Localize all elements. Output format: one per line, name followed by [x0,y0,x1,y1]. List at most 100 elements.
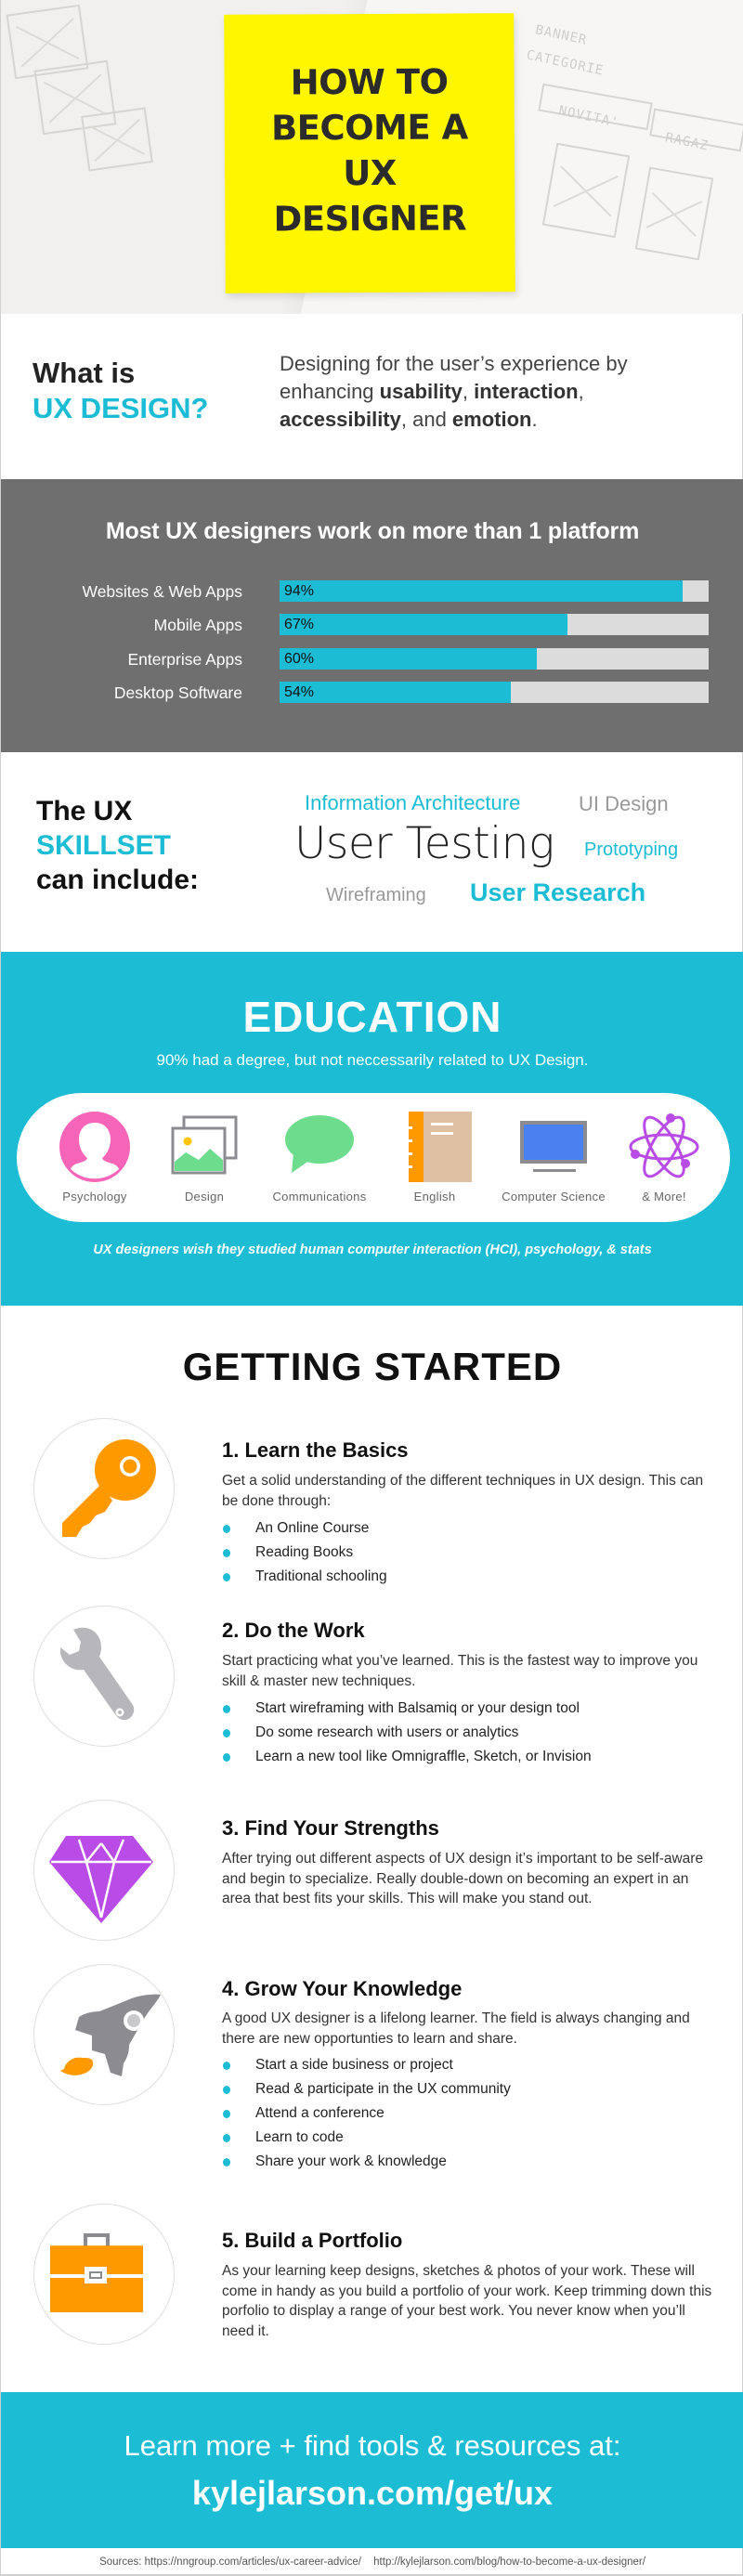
heading-line: can include: [36,865,200,895]
separator: , [578,380,584,403]
subject-communications: Communications [259,1093,380,1222]
step-icon-circle [33,1800,175,1941]
separator: , and [400,408,452,431]
step-icon-circle [33,2204,175,2345]
education-title: EDUCATION [242,993,502,1041]
bar-value-label: 67% [284,617,315,632]
bar-row: Desktop Software 54% [1,682,743,704]
education-footnote: UX designers wish they studied human com… [93,1242,652,1257]
step-description: Start practicing what you’ve learned. Th… [222,1653,698,1689]
cta-banner: Learn more + find tools & resources at: … [1,2392,743,2548]
list-item: Learn a new tool like Omnigraffle, Sketc… [222,1745,592,1769]
keyword: emotion [451,408,532,431]
wireframe-sketch [541,142,631,239]
step-title: 1. Learn the Basics [222,1438,409,1462]
bar-track: 67% [280,614,709,635]
bar-row: Mobile Apps 67% [1,614,743,636]
list-item: Reading Books [222,1541,387,1565]
speech-bubble-icon [285,1115,354,1173]
step-title: 4. Grow Your Knowledge [222,1977,463,2000]
step-title: 2. Do the Work [222,1619,365,1642]
subjects-panel: Psychology Design Communications English… [17,1093,730,1222]
subject-label: Computer Science [502,1190,606,1203]
bar-fill [280,648,538,670]
subject-label: English [413,1190,456,1203]
notebook-icon [405,1112,472,1182]
subject-label: & More! [642,1190,686,1203]
getting-started-title: GETTING STARTED [182,1345,563,1388]
bar-track: 60% [280,648,709,670]
keyword: usability [379,380,463,403]
list-item: Read & participate in the UX community [222,2077,511,2101]
bar-row: Websites & Web Apps 94% [1,580,743,603]
sources-footer: Sources: https://nngroup.com/articles/ux… [1,2548,743,2576]
image-icon [171,1115,238,1175]
keyword: interaction [474,380,579,403]
bar-value-label: 60% [284,651,315,667]
page-title: HOW TO BECOME A UX DESIGNER [271,59,469,241]
skill-prototyping: Prototyping [584,839,679,860]
what-is-ux-section: What is UX DESIGN? Designing for the use… [1,314,743,477]
step-title: 3. Find Your Strengths [222,1816,439,1840]
list-item: Do some research with users or analytics [222,1721,592,1745]
subject-psychology: Psychology [34,1093,155,1222]
list-item: Start wireframing with Balsamiq or your … [222,1697,592,1721]
bar-fill [280,682,512,703]
bar-track: 54% [280,682,709,703]
atom-icon [629,1113,699,1178]
cta-link[interactable]: kylejlarson.com/get/ux [1,2474,743,2513]
step-icon-circle [33,1418,175,1559]
title-line: BECOME A [270,107,468,149]
bar-category-label: Mobile Apps [153,616,242,634]
title-line: UX [343,152,398,194]
list-item: Share your work & knowledge [222,2150,511,2174]
subject-label: Psychology [62,1190,127,1203]
wireframe-sketch [81,107,153,172]
separator: . [531,408,538,431]
title-line: DESIGNER [273,198,467,240]
skill-information-architecture: Information Architecture [305,791,521,814]
heading-line: What is [33,357,136,389]
wrench-icon [60,1627,135,1721]
list-item: Learn to code [222,2126,511,2150]
separator: , [462,380,475,403]
step-description: As your learning keep designs, sketches … [222,2263,712,2339]
monitor-icon [520,1121,587,1172]
title-line: HOW TO [290,61,449,103]
bar-category-label: Desktop Software [113,683,242,702]
source-link[interactable]: Sources: https://nngroup.com/articles/ux… [99,2556,361,2568]
rocket-icon [60,1994,161,2076]
skillset-section: The UX SKILLSET can include: Information… [1,752,743,955]
bar-value-label: 54% [284,684,315,700]
bar-category-label: Enterprise Apps [127,650,242,669]
bar-fill [280,614,567,635]
bar-category-label: Websites & Web Apps [82,582,243,601]
hero-banner: BANNER CATEGORIE NOVITA' RAGAZ HOW TO BE… [1,0,743,314]
list-item: An Online Course [222,1516,387,1541]
bar-fill [280,580,684,602]
sticky-note: HOW TO BECOME A UX DESIGNER [224,13,515,293]
skill-user-testing: User Testing [294,818,554,869]
skill-user-research: User Research [470,878,646,906]
key-icon [62,1439,156,1537]
step-bullets: Start a side business or project Read & … [222,2053,511,2174]
step-title: 5. Build a Portfolio [222,2229,403,2252]
keyword: accessibility [280,408,401,431]
subject-computer-science: Computer Science [493,1093,614,1222]
person-icon [59,1112,130,1182]
list-item: Traditional schooling [222,1565,387,1589]
diamond-icon [49,1836,153,1923]
list-item: Start a side business or project [222,2053,511,2077]
heading-line: The UX [36,796,133,826]
subject-more: & More! [604,1093,724,1222]
step-description: Get a solid understanding of the differe… [222,1473,704,1509]
bar-value-label: 94% [284,583,315,599]
source-link[interactable]: http://kylejlarson.com/blog/how-to-becom… [373,2556,645,2568]
subject-label: Communications [272,1190,367,1203]
subject-english: English [374,1093,495,1222]
bar-track: 94% [280,580,709,602]
step-description: A good UX designer is a lifelong learner… [222,2010,690,2047]
skillset-heading: The UX SKILLSET can include: [36,794,199,897]
education-subtitle: 90% had a degree, but not neccessarily r… [156,1051,589,1069]
step-icon-circle [33,1606,175,1747]
